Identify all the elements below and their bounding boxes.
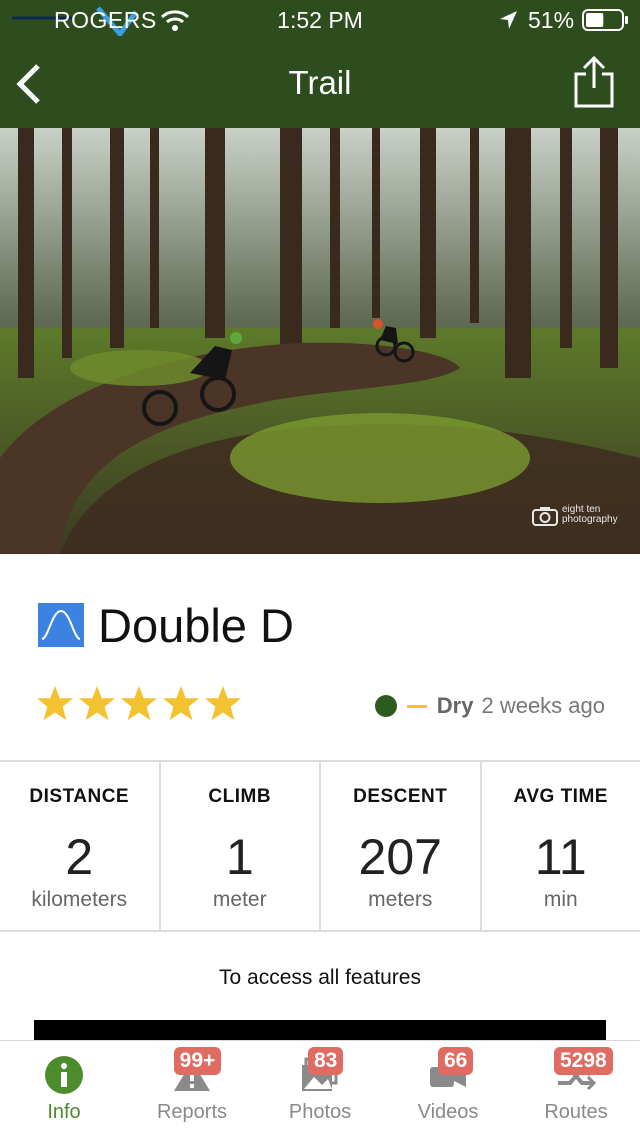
stat-unit: meters	[368, 888, 433, 911]
tab-videos[interactable]: 66 Videos	[384, 1041, 512, 1136]
condition-dash-icon	[406, 704, 427, 708]
status-bar: ROGERS 1:52 PM 51%	[0, 0, 640, 40]
share-icon[interactable]	[572, 54, 616, 110]
condition-status: Dry	[436, 693, 474, 718]
routes-badge: 5298	[554, 1047, 613, 1075]
videos-badge: 66	[438, 1047, 474, 1075]
star-icon	[162, 685, 200, 721]
info-icon	[45, 1056, 83, 1094]
stat-avg-time: AVG TIME 11 min	[482, 762, 640, 930]
battery-percent: 51%	[528, 7, 575, 33]
nav-bar: Trail	[0, 40, 640, 128]
tab-reports[interactable]: 99+ Reports	[128, 1041, 256, 1136]
stat-descent: DESCENT 207 meters	[321, 762, 482, 930]
tab-photos[interactable]: 83 Photos	[256, 1041, 384, 1136]
trail-stats: DISTANCE 2 kilometers CLIMB 1 meter DESC…	[0, 760, 640, 932]
stat-unit: meter	[212, 888, 267, 911]
tab-info[interactable]: Info	[0, 1041, 128, 1136]
stat-value: 1	[225, 829, 254, 885]
tab-label: Info	[47, 1101, 81, 1123]
wave-icon	[38, 603, 84, 647]
trail-header: Double D Dry 2 weeks ago	[0, 554, 640, 760]
battery-icon	[582, 9, 628, 31]
stat-value: 2	[65, 829, 94, 885]
condition-dot-icon	[374, 695, 397, 717]
stat-label: DESCENT	[353, 786, 448, 807]
forest-trail-image	[0, 128, 640, 554]
stat-label: AVG TIME	[513, 786, 608, 807]
star-icon	[120, 685, 158, 721]
reports-badge: 99+	[173, 1047, 222, 1075]
stat-label: CLIMB	[208, 786, 272, 807]
stat-climb: CLIMB 1 meter	[161, 762, 321, 930]
star-icon	[36, 685, 74, 721]
trail-name: Double D	[98, 599, 294, 652]
star-icon	[204, 685, 242, 721]
page-title: Trail	[288, 64, 352, 101]
location-arrow-icon	[500, 11, 517, 29]
stat-distance: DISTANCE 2 kilometers	[0, 762, 161, 930]
stat-value: 207	[358, 829, 442, 885]
condition-time: 2 weeks ago	[481, 693, 605, 718]
credit-line-2: photography	[562, 514, 618, 525]
stat-value: 11	[534, 829, 587, 885]
signup-banner[interactable]	[34, 1020, 606, 1042]
photos-badge: 83	[308, 1047, 344, 1075]
tab-label: Routes	[544, 1101, 608, 1123]
tab-label: Reports	[156, 1101, 228, 1123]
star-icon	[78, 685, 116, 721]
trail-photo[interactable]: eight ten photography	[0, 128, 640, 554]
star-rating	[36, 684, 242, 724]
trail-condition: Dry 2 weeks ago	[374, 693, 605, 719]
stat-unit: min	[543, 888, 578, 911]
stat-label: DISTANCE	[29, 786, 130, 807]
access-prompt: To access all features	[219, 966, 421, 989]
tab-routes[interactable]: 5298 Routes	[512, 1041, 640, 1136]
tab-label: Videos	[417, 1101, 479, 1123]
stat-unit: kilometers	[31, 888, 128, 911]
tab-label: Photos	[288, 1101, 352, 1123]
camera-icon	[532, 507, 558, 526]
tab-bar: Info 99+ Reports 83 Photos 66 Videos 529…	[0, 1040, 640, 1136]
